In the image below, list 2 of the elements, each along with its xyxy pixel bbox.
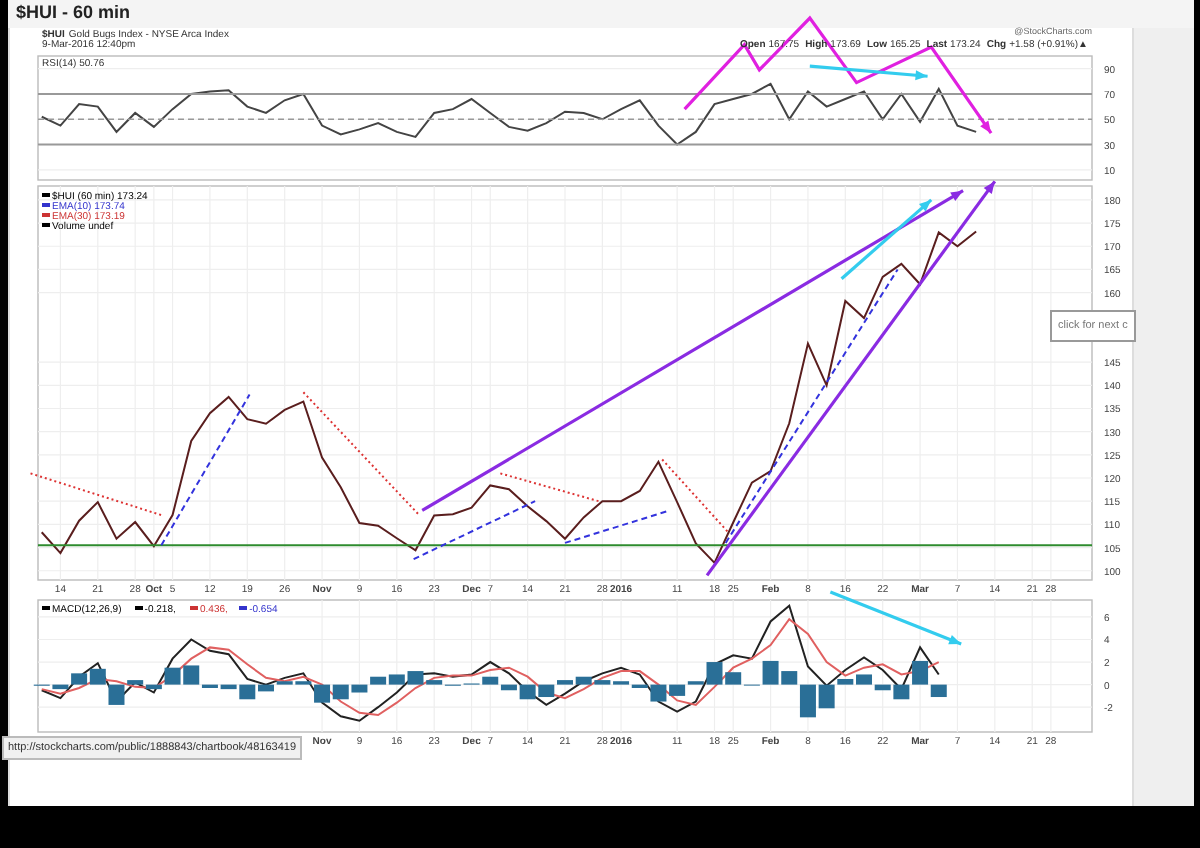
trendline-drawing: [829, 590, 962, 646]
page-title: $HUI - 60 min: [16, 0, 131, 27]
